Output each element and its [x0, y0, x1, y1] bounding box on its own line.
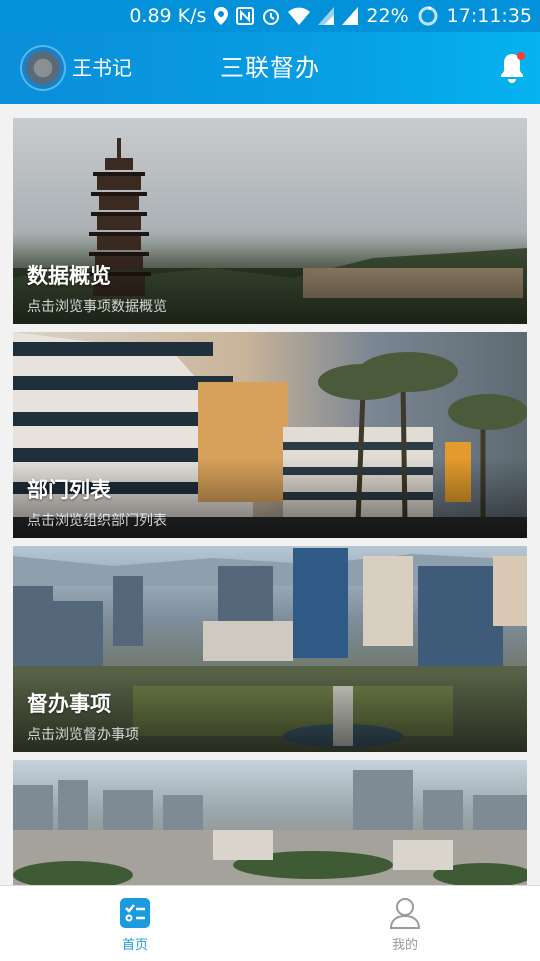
battery-icon: [417, 5, 439, 27]
user-icon: [388, 896, 422, 930]
card-title: 部门列表: [27, 478, 111, 502]
net-speed: 0.89 K/s: [129, 5, 207, 27]
wifi-icon: [288, 7, 311, 25]
card-title: 数据概览: [27, 264, 111, 288]
clock: 17:11:35: [446, 5, 532, 27]
location-icon: [214, 7, 229, 25]
card-subtitle: 点击浏览事项数据概览: [27, 299, 167, 315]
tab-mine[interactable]: 我的: [270, 886, 540, 961]
signal-icon: [318, 7, 335, 25]
tab-home-label: 首页: [121, 938, 148, 953]
card-department-list[interactable]: 部门列表 点击浏览组织部门列表: [13, 332, 527, 538]
nfc-icon: [236, 7, 255, 25]
page-title: 三联督办: [220, 54, 320, 82]
card-cityscape[interactable]: [13, 760, 527, 890]
cityscape-photo: [13, 770, 527, 890]
alarm-icon: [262, 7, 280, 25]
status-bar: 0.89 K/s 22% 17:11:35: [0, 0, 540, 32]
card-data-overview[interactable]: 数据概览 点击浏览事项数据概览: [13, 118, 527, 324]
signal-icon: [342, 7, 359, 25]
card-supervision-items[interactable]: 督办事项 点击浏览督办事项: [13, 546, 527, 752]
card-list: 数据概览 点击浏览事项数据概览 部门列表 点击浏览组织部门列表 督办事项 点击浏…: [13, 118, 527, 890]
tab-mine-label: 我的: [391, 938, 418, 953]
card-subtitle: 点击浏览督办事项: [27, 727, 139, 743]
card-subtitle: 点击浏览组织部门列表: [27, 513, 167, 529]
tab-home[interactable]: 首页: [0, 886, 270, 961]
bottom-tab-bar: 首页 我的: [0, 885, 540, 961]
battery-percent: 22%: [366, 5, 409, 27]
notification-bell-icon[interactable]: [496, 50, 528, 86]
app-header: 王书记 三联督办: [0, 32, 540, 104]
checklist-icon: [118, 896, 152, 930]
card-title: 督办事项: [27, 692, 111, 716]
